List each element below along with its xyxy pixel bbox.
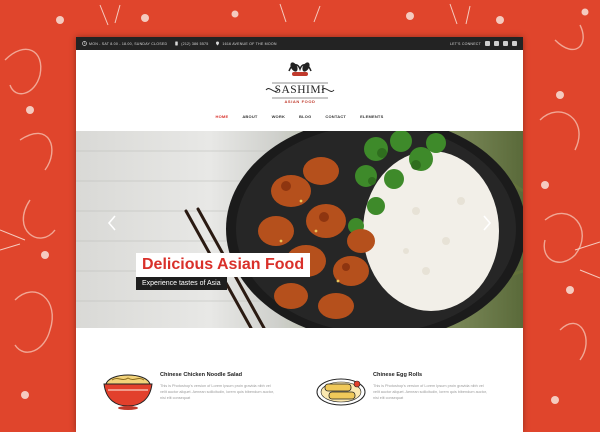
noodle-bowl-icon [103, 374, 153, 410]
hours-item: MON - SAT 8.00 - 18.00, SUNDAY CLOSED [82, 41, 167, 46]
clock-icon [82, 41, 87, 46]
hero-title: Delicious Asian Food [136, 253, 311, 277]
lets-connect-label: LET'S CONNECT [449, 41, 481, 46]
nav-work[interactable]: WORK [272, 114, 285, 119]
nav-about[interactable]: ABOUT [242, 114, 257, 119]
phone-icon [175, 41, 178, 46]
hero-subtitle: Experience tastes of Asia [136, 277, 227, 290]
nav-elements[interactable]: ELEMENTS [360, 114, 383, 119]
hero-slider: Delicious Asian Food Experience tastes o… [76, 131, 523, 328]
address-item: 1616 AVENUE OF THE MOON [215, 41, 276, 46]
twitter-icon[interactable] [485, 41, 490, 46]
hero-food-image [76, 131, 523, 328]
chevron-right-icon[interactable] [481, 214, 493, 232]
instagram-icon[interactable] [494, 41, 499, 46]
facebook-icon[interactable] [503, 41, 508, 46]
address: 1616 AVENUE OF THE MOON [222, 41, 277, 46]
website-frame: MON - SAT 8.00 - 18.00, SUNDAY CLOSED (2… [76, 37, 523, 432]
top-info-bar: MON - SAT 8.00 - 18.00, SUNDAY CLOSED (2… [76, 37, 523, 50]
nav-contact[interactable]: CONTACT [325, 114, 346, 119]
phone-number[interactable]: (212) 386 5575 [181, 42, 208, 46]
feature-item: Chinese Chicken Noodle Salad This is Pho… [98, 328, 298, 428]
nav-blog[interactable]: BLOG [299, 114, 311, 119]
tripadvisor-icon[interactable] [512, 41, 517, 46]
feature-description: This is Photoshop's version of Lorem Ips… [373, 384, 487, 400]
chevron-left-icon[interactable] [106, 214, 118, 232]
feature-title[interactable]: Chinese Egg Rolls [373, 372, 422, 378]
feature-title[interactable]: Chinese Chicken Noodle Salad [160, 372, 242, 378]
phone-item: (212) 386 5575 [174, 41, 208, 46]
location-pin-icon [216, 41, 220, 46]
opening-hours: MON - SAT 8.00 - 18.00, SUNDAY CLOSED [89, 41, 168, 46]
site-logo[interactable]: SASHIMI ASIAN FOOD [264, 57, 336, 109]
main-navigation: HOME ABOUT WORK BLOG CONTACT ELEMENTS [76, 114, 523, 119]
logo-name: SASHIMI [274, 84, 326, 96]
feature-description: This is Photoshop's version of Lorem Ips… [160, 384, 274, 400]
social-links: LET'S CONNECT [450, 41, 517, 46]
nav-home[interactable]: HOME [216, 114, 229, 119]
logo-tagline: ASIAN FOOD [284, 99, 316, 104]
features-section: Chinese Chicken Noodle Salad This is Pho… [76, 328, 523, 432]
feature-item: Chinese Egg Rolls This is Photoshop's ve… [313, 328, 513, 428]
egg-rolls-icon [316, 378, 366, 406]
